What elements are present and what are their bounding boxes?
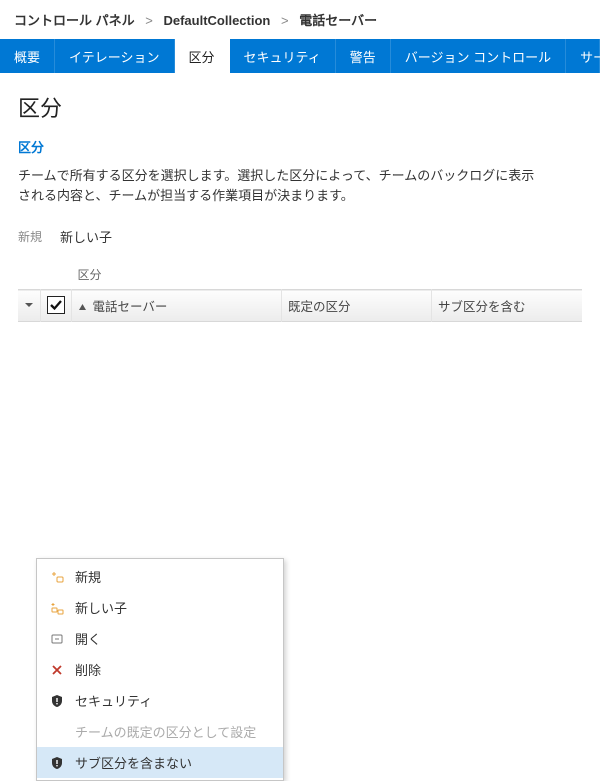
menu-item-security[interactable]: セキュリティ <box>37 685 283 716</box>
menu-item-label: セキュリティ <box>75 691 152 710</box>
breadcrumb-item[interactable]: 電話セーバー <box>299 13 377 28</box>
tab-iteration[interactable]: イテレーション <box>55 39 174 73</box>
tab-services[interactable]: サービス... <box>566 39 600 73</box>
sparkle-child-icon <box>49 600 65 616</box>
expand-toggle-icon[interactable] <box>24 299 34 313</box>
breadcrumb: コントロール パネル > DefaultCollection > 電話セーバー <box>0 0 600 39</box>
open-icon <box>49 631 65 647</box>
column-header-name-text: 電話セーバー <box>92 300 167 314</box>
page-description: チームで所有する区分を選択します。選択した区分によって、チームのバックログに表示… <box>18 166 538 205</box>
tab-bar: 概要 イテレーション 区分 セキュリティ 警告 バージョン コントロール サービ… <box>0 39 600 73</box>
shield-alert-icon <box>49 755 65 771</box>
menu-item-label: 新規 <box>75 567 101 586</box>
tab-version-control[interactable]: バージョン コントロール <box>391 39 566 73</box>
menu-item-label: 新しい子 <box>75 598 127 617</box>
sort-asc-icon <box>78 301 87 315</box>
menu-item-new-child[interactable]: 新しい子 <box>37 592 283 623</box>
column-group-area: 区分 <box>72 262 282 290</box>
breadcrumb-item[interactable]: コントロール パネル <box>14 13 135 28</box>
new-child-button[interactable]: 新しい子 <box>60 227 112 246</box>
tab-area[interactable]: 区分 <box>175 39 230 73</box>
toolbar-new-label: 新規 <box>18 228 42 245</box>
menu-item-label: サブ区分を含まない <box>75 753 192 772</box>
delete-x-icon <box>49 662 65 678</box>
column-header-include[interactable]: サブ区分を含む <box>432 290 583 322</box>
breadcrumb-separator: > <box>145 13 153 28</box>
breadcrumb-separator: > <box>281 13 289 28</box>
menu-item-label: 削除 <box>75 660 101 679</box>
row-checkbox[interactable] <box>47 296 65 314</box>
menu-item-label: チームの既定の区分として設定 <box>75 722 256 741</box>
menu-item-set-default: チームの既定の区分として設定 <box>37 716 283 747</box>
section-link-area[interactable]: 区分 <box>18 137 44 156</box>
breadcrumb-item[interactable]: DefaultCollection <box>163 13 270 28</box>
menu-item-delete[interactable]: 削除 <box>37 654 283 685</box>
toolbar: 新規 新しい子 <box>18 227 582 246</box>
menu-item-label: 開く <box>75 629 101 648</box>
menu-item-exclude-subareas[interactable]: サブ区分を含まない <box>37 747 283 778</box>
column-header-default[interactable]: 既定の区分 <box>282 290 432 322</box>
page-title: 区分 <box>18 91 582 123</box>
menu-item-new[interactable]: 新規 <box>37 561 283 592</box>
context-menu: 新規 新しい子 開く 削除 <box>36 558 284 781</box>
sparkle-new-icon <box>49 569 65 585</box>
tab-overview[interactable]: 概要 <box>0 39 55 73</box>
tab-alerts[interactable]: 警告 <box>336 39 391 73</box>
menu-item-open[interactable]: 開く <box>37 623 283 654</box>
tab-security[interactable]: セキュリティ <box>230 39 336 73</box>
column-header-name[interactable]: 電話セーバー <box>72 290 282 322</box>
area-table: 区分 電話セーバ <box>18 262 582 322</box>
blank-icon <box>49 724 65 740</box>
shield-alert-icon <box>49 693 65 709</box>
